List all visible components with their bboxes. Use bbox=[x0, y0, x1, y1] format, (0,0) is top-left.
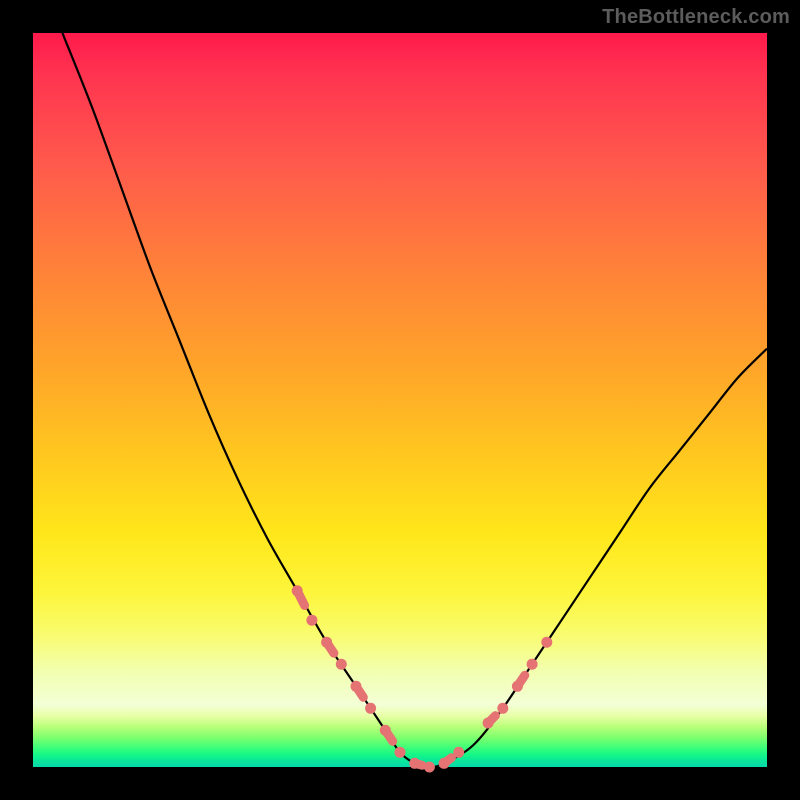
marker-segment bbox=[488, 716, 495, 723]
marker-segment bbox=[385, 730, 392, 741]
marker-dot bbox=[527, 659, 538, 670]
marker-dot bbox=[453, 747, 464, 758]
marker-dot bbox=[424, 762, 435, 773]
marker-segment bbox=[356, 686, 363, 697]
watermark-text: TheBottleneck.com bbox=[602, 6, 790, 29]
marker-segment bbox=[517, 675, 524, 686]
marker-segment bbox=[297, 591, 304, 606]
marker-segment bbox=[415, 763, 422, 765]
marker-dot bbox=[395, 747, 406, 758]
curve-layer bbox=[33, 33, 767, 767]
marker-dot bbox=[306, 615, 317, 626]
marker-segment bbox=[327, 642, 334, 653]
marker-dot bbox=[497, 703, 508, 714]
marker-segment bbox=[444, 758, 451, 764]
marker-dot bbox=[336, 659, 347, 670]
marker-group bbox=[292, 585, 553, 772]
marker-dot bbox=[541, 637, 552, 648]
chart-frame: TheBottleneck.com bbox=[0, 0, 800, 800]
plot-area bbox=[33, 33, 767, 767]
bottleneck-curve bbox=[62, 33, 767, 767]
marker-dot bbox=[365, 703, 376, 714]
